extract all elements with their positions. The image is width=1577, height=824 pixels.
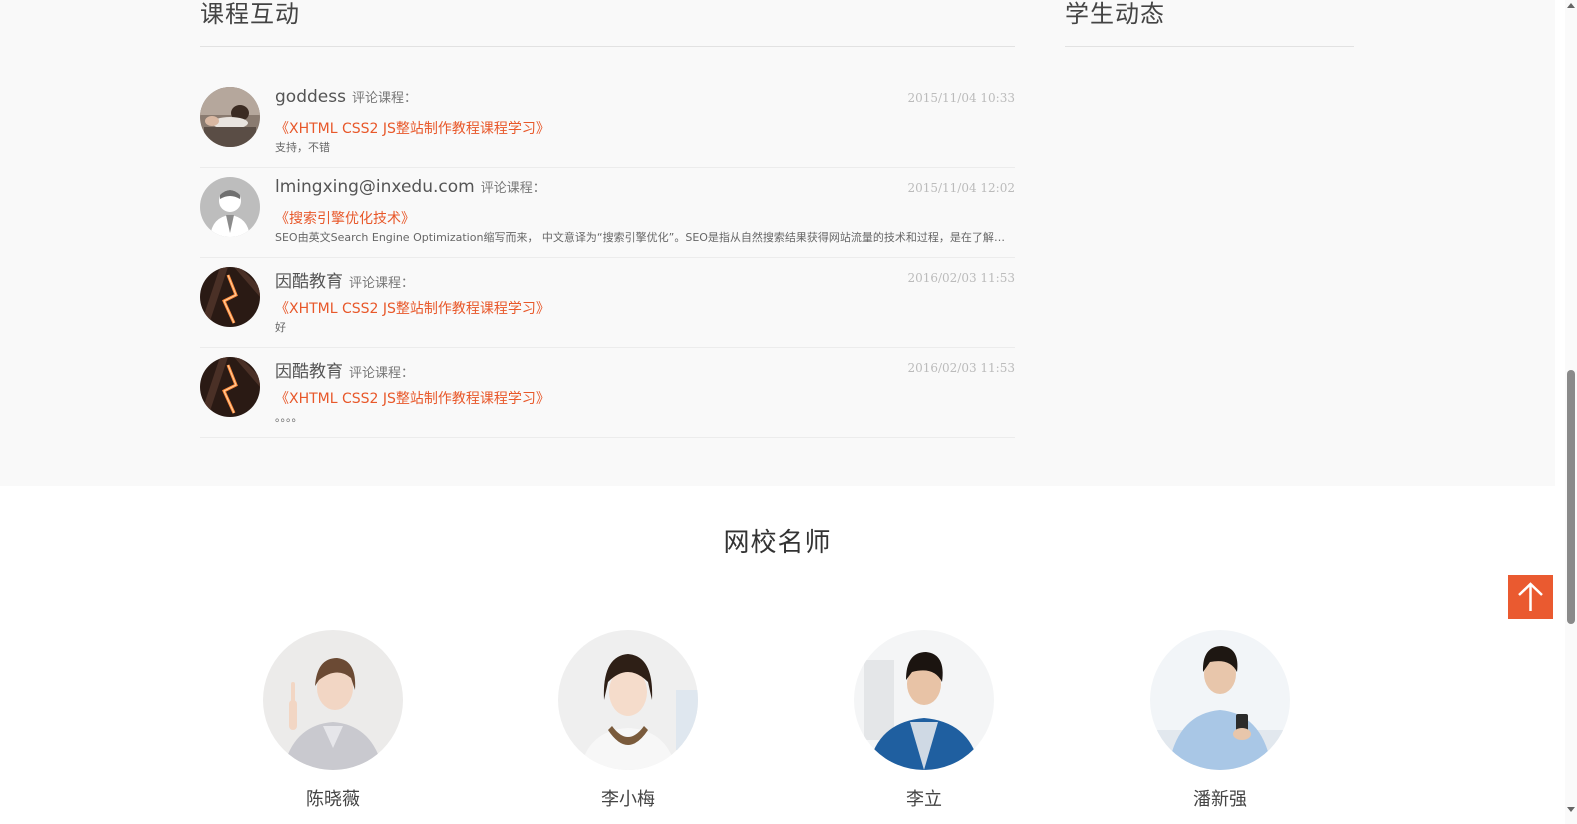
teacher-photo[interactable]	[558, 630, 698, 770]
teacher-photo[interactable]	[854, 630, 994, 770]
teacher-card[interactable]: 陈晓薇	[263, 630, 403, 811]
course-interaction-title: 课程互动	[200, 0, 300, 28]
scroll-up-icon[interactable]	[1567, 3, 1575, 8]
comment-time: 2016/02/03 11:53	[907, 271, 1015, 285]
user-avatar[interactable]	[200, 357, 260, 417]
teacher-card[interactable]: 潘新强	[1150, 630, 1290, 811]
comment-action: 评论课程：	[480, 181, 546, 196]
comment-user[interactable]: goddess	[275, 87, 346, 107]
comment-user[interactable]: lmingxing@inxedu.com	[275, 177, 475, 197]
user-avatar[interactable]	[200, 177, 260, 237]
comment-text: SEO由英文Search Engine Optimization缩写而来， 中文…	[275, 231, 1010, 244]
comment-text: 。。。。	[275, 411, 303, 424]
comment-item: lmingxing@inxedu.com 评论课程： 2015/11/04 12:…	[200, 168, 1015, 258]
scroll-down-icon[interactable]	[1567, 807, 1575, 812]
scroll-thumb[interactable]	[1567, 370, 1575, 624]
teacher-name[interactable]: 李立	[854, 785, 994, 811]
teacher-name[interactable]: 李小梅	[558, 785, 698, 811]
teacher-card[interactable]: 李立	[854, 630, 994, 811]
comment-text: 支持，不错	[275, 141, 330, 154]
back-to-top-button[interactable]	[1508, 575, 1553, 619]
title-divider	[200, 46, 1015, 47]
comment-item: 因酷教育 评论课程： 2016/02/03 11:53 《XHTML CSS2 J…	[200, 348, 1015, 438]
comment-item: goddess 评论课程： 2015/11/04 10:33 《XHTML CSS…	[200, 78, 1015, 168]
student-activity-title: 学生动态	[1065, 0, 1165, 28]
comment-time: 2015/11/04 12:02	[907, 181, 1015, 195]
comment-text: 好	[275, 321, 286, 334]
user-avatar[interactable]	[200, 267, 260, 327]
title-divider	[1065, 46, 1354, 47]
comment-course-link[interactable]: 《XHTML CSS2 JS整站制作教程课程学习》	[275, 388, 550, 408]
comment-user[interactable]: 因酷教育	[275, 272, 343, 292]
comment-course-link[interactable]: 《搜索引擎优化技术》	[275, 208, 415, 228]
vertical-scrollbar[interactable]	[1565, 0, 1577, 824]
comment-action: 评论课程：	[349, 366, 415, 381]
comment-time: 2015/11/04 10:33	[907, 91, 1015, 105]
arrow-up-icon	[1518, 582, 1543, 611]
comment-list: goddess 评论课程： 2015/11/04 10:33 《XHTML CSS…	[200, 78, 1015, 438]
comment-time: 2016/02/03 11:53	[907, 361, 1015, 375]
comment-action: 评论课程：	[349, 276, 415, 291]
comment-action: 评论课程：	[351, 91, 417, 106]
user-avatar[interactable]	[200, 87, 260, 147]
comment-user[interactable]: 因酷教育	[275, 362, 343, 382]
teachers-title: 网校名师	[723, 528, 832, 558]
teacher-card[interactable]: 李小梅	[558, 630, 698, 811]
teacher-photo[interactable]	[1150, 630, 1290, 770]
comment-course-link[interactable]: 《XHTML CSS2 JS整站制作教程课程学习》	[275, 118, 550, 138]
comment-course-link[interactable]: 《XHTML CSS2 JS整站制作教程课程学习》	[275, 298, 550, 318]
teacher-name[interactable]: 陈晓薇	[263, 785, 403, 811]
teacher-photo[interactable]	[263, 630, 403, 770]
comment-item: 因酷教育 评论课程： 2016/02/03 11:53 《XHTML CSS2 J…	[200, 258, 1015, 348]
teacher-name[interactable]: 潘新强	[1150, 785, 1290, 811]
